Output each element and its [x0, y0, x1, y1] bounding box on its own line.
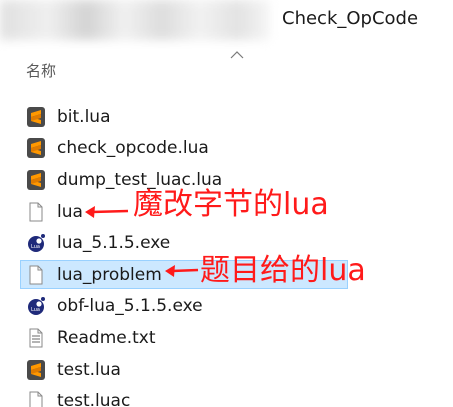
- file-name: test.luac: [57, 391, 131, 407]
- blurred-path-bar: [0, 0, 270, 40]
- lua-exe-icon: Lua: [26, 233, 46, 253]
- file-row[interactable]: Lua obf-lua_5.1.5.exe: [0, 291, 453, 323]
- annotation-magic-lua: 魔改字节的lua: [133, 187, 329, 222]
- blank-file-icon: [26, 265, 46, 285]
- window-title: Check_OpCode: [282, 8, 419, 29]
- file-name: check_opcode.lua: [57, 138, 209, 159]
- svg-text:Lua: Lua: [31, 307, 40, 313]
- file-name: lua: [57, 201, 83, 222]
- file-row[interactable]: bit.lua: [0, 101, 453, 133]
- file-row[interactable]: test.lua: [0, 354, 453, 386]
- file-name: obf-lua_5.1.5.exe: [57, 296, 203, 317]
- annotation-problem-lua: 题目给的lua: [200, 253, 366, 288]
- annotation-arrow-icon: [165, 265, 199, 277]
- sublime-icon: [26, 169, 46, 190]
- sublime-icon: [26, 138, 46, 159]
- text-file-icon: [26, 328, 46, 348]
- annotation-arrow-icon: [85, 206, 129, 218]
- file-row[interactable]: Readme.txt: [0, 322, 453, 354]
- file-name: lua_problem: [57, 264, 162, 285]
- sublime-icon: [26, 359, 46, 380]
- file-row[interactable]: check_opcode.lua: [0, 133, 453, 165]
- blank-file-icon: [26, 202, 46, 222]
- file-name: Readme.txt: [57, 327, 156, 348]
- blank-file-icon: [26, 391, 46, 407]
- file-name: lua_5.1.5.exe: [57, 233, 171, 254]
- lua-exe-icon: Lua: [26, 296, 46, 316]
- file-row[interactable]: test.luac: [0, 385, 453, 407]
- file-name: test.lua: [57, 359, 121, 380]
- sublime-icon: [26, 106, 46, 127]
- svg-text:Lua: Lua: [31, 244, 40, 250]
- file-name: bit.lua: [57, 106, 111, 127]
- sort-ascending-icon[interactable]: [230, 50, 244, 60]
- column-header-name[interactable]: 名称: [26, 60, 56, 81]
